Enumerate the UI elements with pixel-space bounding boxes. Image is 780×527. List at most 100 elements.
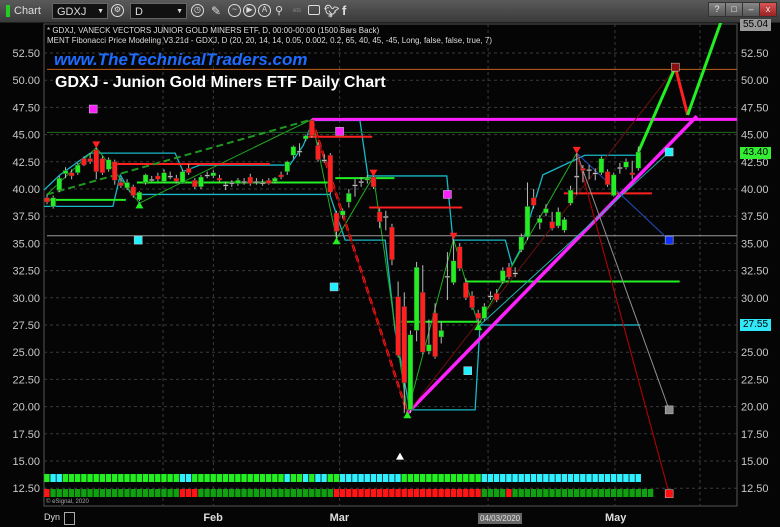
signal-block-row1 bbox=[629, 474, 635, 482]
facebook-icon[interactable]: f bbox=[342, 3, 346, 19]
signal-block-row2 bbox=[438, 489, 444, 497]
help-button[interactable]: ? bbox=[708, 2, 726, 17]
candle-body bbox=[222, 184, 229, 187]
candle-body bbox=[376, 211, 383, 222]
signal-block-row1 bbox=[241, 474, 247, 482]
signal-block-row2 bbox=[148, 489, 155, 497]
signal-block-row1 bbox=[376, 474, 383, 482]
candle-body bbox=[99, 158, 106, 173]
signal-block-row1 bbox=[481, 474, 487, 482]
signal-block-row1 bbox=[395, 474, 401, 482]
chart-title: GDXJ - Junion Gold Miners ETF Daily Char… bbox=[55, 74, 386, 91]
scale-button[interactable] bbox=[64, 512, 75, 525]
interval-input[interactable]: D ▼ bbox=[130, 3, 187, 19]
candle-body bbox=[450, 260, 457, 283]
signal-block-row2 bbox=[62, 489, 69, 497]
signal-block-row2 bbox=[352, 489, 358, 497]
comment-icon[interactable] bbox=[308, 5, 320, 15]
signal-block-row1 bbox=[500, 474, 506, 482]
signal-block-row1 bbox=[155, 474, 161, 482]
y-tick-label-right: 45.00 bbox=[741, 130, 769, 142]
signal-block-row1 bbox=[272, 474, 278, 482]
signal-block-row2 bbox=[111, 489, 118, 497]
signal-block-row2 bbox=[487, 489, 494, 497]
signal-block-row1 bbox=[111, 474, 118, 482]
y-tick-label-left: 15.00 bbox=[12, 456, 40, 468]
signal-block-row1 bbox=[302, 474, 309, 482]
signal-block-row1 bbox=[296, 474, 303, 482]
signal-block-row2 bbox=[302, 489, 309, 497]
signal-block-row2 bbox=[376, 489, 383, 497]
pencil-icon[interactable]: ✎ bbox=[211, 3, 221, 19]
signal-block-row1 bbox=[352, 474, 358, 482]
y-tick-label-left: 37.50 bbox=[12, 211, 40, 223]
twitter-icon[interactable]: 🐦︎ bbox=[324, 3, 339, 19]
candle-body bbox=[352, 184, 358, 187]
candle-body bbox=[315, 145, 321, 160]
interval-value: D bbox=[135, 6, 143, 18]
signal-block-row2 bbox=[555, 489, 561, 497]
signal-block-row1 bbox=[561, 474, 568, 482]
signal-block-row1 bbox=[370, 474, 377, 482]
candle-body bbox=[463, 282, 469, 298]
candle-body bbox=[155, 175, 161, 180]
candle-body bbox=[426, 344, 432, 352]
signal-block-row1 bbox=[290, 474, 296, 482]
clock-icon[interactable]: ◷ bbox=[191, 4, 204, 17]
candle-body bbox=[555, 211, 561, 227]
signal-block-row2 bbox=[155, 489, 161, 497]
signal-block-row1 bbox=[487, 474, 494, 482]
signal-block-row1 bbox=[555, 474, 561, 482]
draw-icon[interactable]: ⚲ bbox=[275, 3, 283, 19]
y-tick-label-left: 45.00 bbox=[12, 130, 40, 142]
candle-body bbox=[204, 174, 210, 177]
candle-body bbox=[112, 161, 118, 181]
signal-block-row1 bbox=[598, 474, 604, 482]
candle-body bbox=[395, 296, 401, 356]
play-icon[interactable]: ▶ bbox=[243, 4, 256, 17]
close-button[interactable]: x bbox=[759, 2, 777, 17]
candle-body bbox=[592, 172, 598, 175]
link-window-button[interactable]: □ bbox=[725, 2, 743, 17]
candle-body bbox=[124, 182, 130, 189]
y-tick-label-left: 22.50 bbox=[12, 374, 40, 386]
candle-body bbox=[524, 206, 531, 238]
signal-block-row1 bbox=[524, 474, 531, 482]
marker-square bbox=[88, 104, 98, 114]
signal-block-row2 bbox=[235, 489, 241, 497]
signal-block-row1 bbox=[130, 474, 136, 482]
signal-block-row2 bbox=[512, 489, 518, 497]
signal-block-row1 bbox=[432, 474, 438, 482]
candle-body bbox=[586, 169, 592, 172]
candle-body bbox=[296, 150, 303, 153]
candle-body bbox=[290, 146, 297, 156]
chart-icon[interactable]: ~ bbox=[228, 4, 241, 17]
signal-block-row2 bbox=[518, 489, 524, 497]
signal-block-row1 bbox=[142, 474, 149, 482]
ets-icon[interactable]: ets bbox=[293, 3, 301, 19]
signal-block-row2 bbox=[339, 489, 346, 497]
signal-block-row2 bbox=[475, 489, 481, 497]
marker-square bbox=[671, 62, 680, 72]
signal-block-row1 bbox=[592, 474, 598, 482]
candle-body bbox=[383, 215, 389, 218]
signal-block-row2 bbox=[173, 489, 179, 497]
signal-block-row1 bbox=[506, 474, 512, 482]
candle-body bbox=[87, 158, 93, 162]
signal-block-row2 bbox=[315, 489, 321, 497]
link-icon[interactable]: ⚙ bbox=[111, 4, 124, 17]
alert-icon[interactable]: A bbox=[258, 4, 271, 17]
signal-block-row2 bbox=[161, 489, 167, 497]
symbol-input[interactable]: GDXJ ▼ bbox=[52, 3, 108, 19]
candle-body bbox=[241, 181, 247, 184]
candle-body bbox=[438, 330, 444, 338]
signal-block-row2 bbox=[272, 489, 278, 497]
candle-body bbox=[364, 177, 371, 181]
candle-body bbox=[444, 275, 451, 278]
candle-body bbox=[118, 182, 124, 186]
candle-body bbox=[549, 221, 555, 229]
signal-block-row2 bbox=[580, 489, 586, 497]
minimize-button[interactable]: – bbox=[742, 2, 760, 17]
candle-body bbox=[247, 176, 253, 184]
candle-body bbox=[216, 177, 223, 181]
